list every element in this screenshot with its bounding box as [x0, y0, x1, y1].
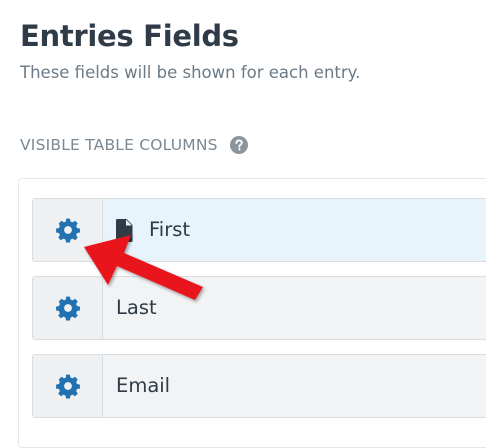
field-label: First — [149, 218, 191, 241]
page-title: Entries Fields — [20, 19, 239, 53]
field-label-cell: Last — [103, 277, 157, 339]
gear-icon — [55, 296, 80, 321]
field-label: Last — [116, 296, 157, 319]
section-heading: VISIBLE TABLE COLUMNS — [20, 133, 248, 157]
page-subtitle: These fields will be shown for each entr… — [20, 63, 361, 82]
field-settings-button[interactable] — [33, 199, 103, 261]
question-circle-icon[interactable] — [229, 136, 248, 154]
field-label-cell: First — [103, 199, 190, 261]
section-heading-label: VISIBLE TABLE COLUMNS — [20, 136, 218, 154]
field-label: Email — [116, 374, 171, 397]
field-row-email[interactable]: Email — [32, 354, 486, 418]
field-label-cell: Email — [103, 355, 170, 417]
gear-icon — [55, 374, 80, 399]
field-settings-button[interactable] — [33, 355, 103, 417]
field-row-first[interactable]: First — [32, 198, 486, 262]
gear-icon — [55, 218, 80, 243]
field-settings-button[interactable] — [33, 277, 103, 339]
field-row-last[interactable]: Last — [32, 276, 486, 340]
document-icon — [116, 218, 133, 242]
